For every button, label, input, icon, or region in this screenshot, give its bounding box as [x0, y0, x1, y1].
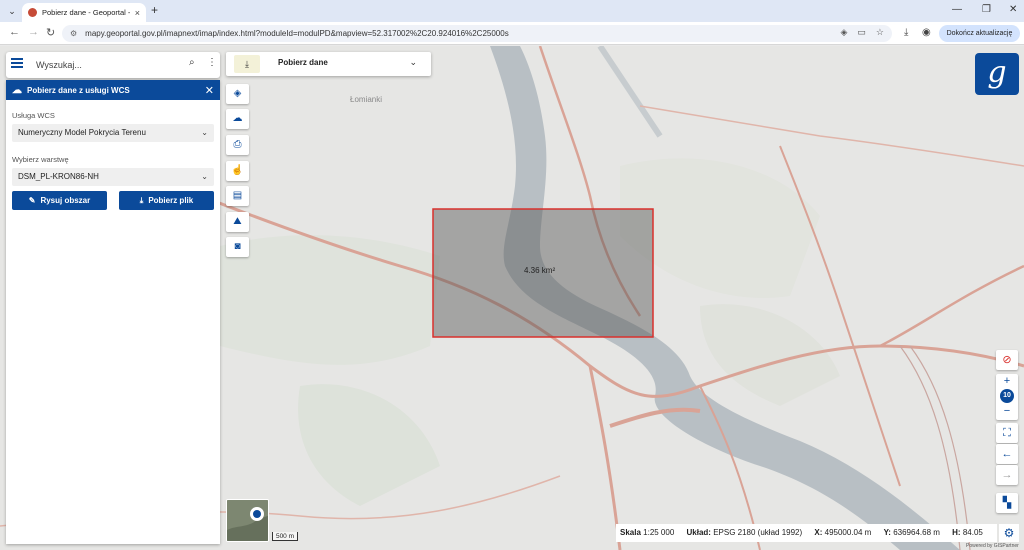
zoom-in-icon[interactable]: +: [996, 374, 1018, 388]
browser-tab[interactable]: Pobierz dane - Geoportal - GU... ×: [22, 3, 146, 22]
chevron-down-icon: ⌄: [201, 172, 208, 181]
tab-title: Pobierz dane - Geoportal - GU...: [42, 8, 130, 17]
url-field[interactable]: ⚙ mapy.geoportal.gov.pl/imapnext/imap/in…: [62, 25, 892, 42]
download-file-button[interactable]: ⤓ Pobierz plik: [119, 191, 214, 210]
layers-icon[interactable]: ◈: [226, 84, 249, 104]
search-icon[interactable]: ⌕: [189, 57, 195, 68]
status-bar: Skala 1:25 000 Układ: EPSG 2180 (układ 1…: [616, 524, 997, 542]
zoom-level-badge: 10: [1000, 389, 1014, 403]
scale-bar: 500 m: [272, 532, 298, 541]
h-label: H:: [952, 528, 961, 537]
touch-hand-icon[interactable]: ☝: [226, 161, 249, 181]
x-label: X:: [814, 528, 823, 537]
panel-header: ☁ Pobierz dane z usługi WCS ✕: [6, 80, 220, 100]
settings-gear-icon[interactable]: ⚙: [999, 524, 1019, 542]
module-selector[interactable]: ⤓ Pobierz dane ⌄: [226, 52, 431, 76]
cloud-icon[interactable]: ☁: [226, 109, 249, 129]
site-info-icon[interactable]: ⚙: [70, 29, 77, 38]
print-icon[interactable]: ⎙: [226, 135, 249, 155]
clipboard-icon[interactable]: ▤: [226, 186, 249, 206]
draw-area-button[interactable]: ✎ Rysuj obszar: [12, 191, 107, 210]
cloud-download-icon: ☁: [12, 84, 22, 96]
crs-label: Układ:: [686, 528, 711, 537]
panel-title: Pobierz dane z usługi WCS: [27, 85, 130, 95]
fullscreen-icon[interactable]: ⛶: [996, 423, 1018, 443]
download-icon: ⤓: [139, 196, 144, 205]
pencil-icon: ✎: [28, 196, 36, 205]
reload-icon[interactable]: ↻: [46, 26, 55, 39]
geoportal-logo[interactable]: g: [975, 53, 1019, 95]
update-button[interactable]: Dokończ aktualizację: [939, 25, 1020, 42]
scale-value[interactable]: 1:25 000: [643, 528, 674, 537]
minimap[interactable]: [226, 499, 269, 542]
camera-icon[interactable]: ◙: [226, 237, 249, 257]
layer-select-value: DSM_PL-KRON86-NH: [18, 172, 99, 181]
scale-label: Skala: [620, 528, 641, 537]
svg-text:Łomianki: Łomianki: [350, 95, 382, 104]
x-value: 495000.04 m: [824, 528, 872, 537]
url-text: mapy.geoportal.gov.pl/imapnext/imap/inde…: [85, 29, 509, 38]
h-value: 84.05: [962, 528, 983, 537]
area-measurement-label: 4.36 km²: [524, 266, 556, 275]
zoom-control: + 10 −: [996, 374, 1018, 420]
tab-close-icon[interactable]: ×: [135, 8, 140, 18]
back-view-icon[interactable]: ←: [996, 444, 1018, 464]
powered-by-credit: Powered by GISPartner: [966, 543, 1019, 549]
browser-tabbar: ⌄ Pobierz dane - Geoportal - GU... × + —…: [0, 0, 1024, 22]
minimap-image: [227, 500, 268, 541]
address-bar: ← → ↻ ⚙ mapy.geoportal.gov.pl/imapnext/i…: [0, 22, 1024, 45]
layer-label: Wybierz warstwę: [12, 155, 69, 164]
forward-view-icon[interactable]: →: [996, 465, 1018, 485]
restore-icon[interactable]: ❐: [982, 4, 991, 15]
module-label: Pobierz dane: [278, 58, 328, 67]
draw-area-label: Rysuj obszar: [40, 196, 91, 205]
close-panel-icon[interactable]: ✕: [205, 84, 214, 97]
service-select-value: Numeryczny Model Pokrycia Terenu: [18, 128, 146, 137]
profile-icon[interactable]: ◉: [922, 27, 931, 38]
tab-search-chevron-icon[interactable]: ⌄: [6, 5, 18, 17]
disable-location-icon[interactable]: ⊘: [996, 350, 1018, 370]
basemap-switch-icon[interactable]: ▚: [996, 493, 1018, 513]
cast-icon[interactable]: ▭: [857, 27, 866, 38]
service-select[interactable]: Numeryczny Model Pokrycia Terenu ⌄: [12, 124, 214, 142]
wcs-download-panel: ☁ Pobierz dane z usługi WCS ✕ Usługa WCS…: [6, 80, 220, 544]
download-icon[interactable]: ⤓: [904, 27, 908, 38]
crs-value[interactable]: EPSG 2180 (układ 1992): [713, 528, 802, 537]
y-value: 636964.68 m: [893, 528, 940, 537]
bookmark-star-icon[interactable]: ☆: [876, 27, 884, 38]
layer-select[interactable]: DSM_PL-KRON86-NH ⌄: [12, 168, 214, 186]
close-window-icon[interactable]: ✕: [1009, 4, 1017, 15]
download-file-label: Pobierz plik: [148, 196, 194, 205]
service-label: Usługa WCS: [12, 111, 55, 120]
search-input[interactable]: [34, 56, 184, 73]
menu-icon[interactable]: [11, 58, 23, 68]
zoom-out-icon[interactable]: −: [996, 404, 1018, 418]
minimize-icon[interactable]: —: [952, 4, 962, 15]
search-box: ⌕ ⋮: [6, 52, 220, 78]
translate-icon[interactable]: ◈: [840, 27, 847, 38]
horizon-icon[interactable]: ⛰: [226, 212, 249, 232]
back-icon[interactable]: ←: [9, 26, 20, 38]
download-module-icon: ⤓: [234, 55, 260, 73]
chevron-down-icon: ⌄: [201, 128, 208, 137]
new-tab-button[interactable]: +: [151, 3, 158, 17]
favicon-icon: [28, 8, 37, 17]
chevron-down-icon: ⌄: [409, 57, 417, 67]
forward-icon[interactable]: →: [28, 26, 39, 38]
y-label: Y:: [883, 528, 891, 537]
more-vertical-icon[interactable]: ⋮: [207, 57, 217, 68]
